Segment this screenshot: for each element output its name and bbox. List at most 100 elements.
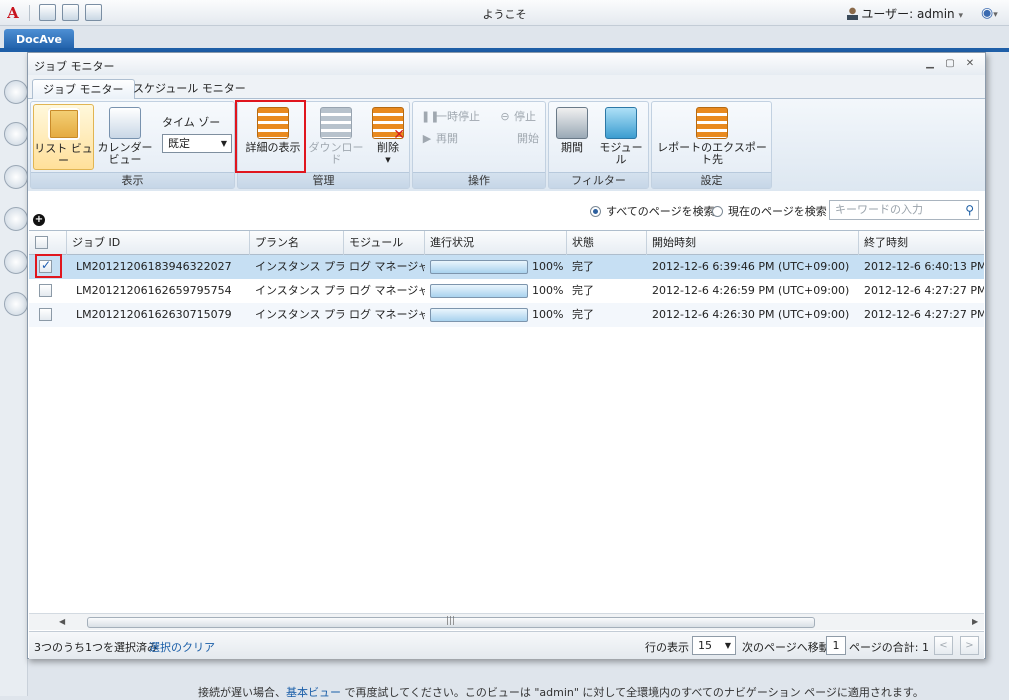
status-cell: 完了 [572, 260, 594, 273]
report-export-label: レポートのエクスポート先 [657, 141, 767, 166]
goto-page-label: 次のページへ移動 [742, 641, 830, 654]
delete-icon: ✕ [372, 107, 405, 142]
window-title: ジョブ モニター [34, 60, 115, 73]
period-button[interactable]: 期間 [551, 104, 593, 170]
clear-selection-link[interactable]: 選択のクリア [149, 639, 215, 655]
search-icon[interactable]: ⚲ [965, 201, 974, 219]
grip-icon: ||| [446, 616, 456, 626]
row-checkbox[interactable] [39, 284, 52, 297]
delete-label: 削除 [377, 141, 399, 154]
header-plan[interactable]: プラン名 [250, 231, 344, 255]
search-current-page-option[interactable]: 現在のページを検索 [712, 203, 827, 219]
header-select-all[interactable] [29, 231, 67, 255]
pause-label: 一時停止 [436, 110, 480, 123]
job-table: ジョブ ID プラン名 モジュール 進行状況 状態 開始時刻 終了時刻 LM20… [29, 230, 984, 613]
start-button[interactable]: 開始 [517, 130, 539, 146]
search-input[interactable]: キーワードの入力 ⚲ [829, 200, 979, 220]
next-page-button[interactable]: > [960, 636, 979, 655]
download-button[interactable]: ダウンロード [308, 104, 364, 170]
scroll-left-icon[interactable]: ◀ [59, 617, 65, 626]
start-time-cell: 2012-12-6 4:26:30 PM (UTC+09:00) [652, 308, 850, 321]
end-time-cell: 2012-12-6 6:40:13 PM [864, 260, 984, 273]
table-row[interactable]: LM20121206162630715079 インスタンス プラン ログ マネー… [29, 303, 984, 327]
message-text: 接続が遅い場合、 [198, 686, 286, 699]
pause-button[interactable]: ❚❚一時停止 [421, 108, 480, 124]
prev-page-button[interactable]: < [934, 636, 953, 655]
ribbon: リスト ビュー カレンダー ビュー タイム ゾーン: 既定▼ 表示 詳細の表示 … [28, 99, 985, 191]
list-view-icon [47, 108, 80, 140]
table-row[interactable]: LM20121206162659795754 インスタンス プラン ログ マネー… [29, 279, 984, 303]
calendar-view-button[interactable]: カレンダー ビュー [97, 104, 153, 170]
resume-label: 再開 [436, 132, 458, 145]
user-menu[interactable]: ユーザー: admin ▾ [847, 5, 963, 22]
ribbon-group-filter: 期間 モジュール フィルター [548, 101, 649, 189]
search-all-pages-option[interactable]: すべてのページを検索 [590, 203, 715, 219]
start-time-cell: 2012-12-6 6:39:46 PM (UTC+09:00) [652, 260, 850, 273]
chevron-down-icon: ▾ [993, 10, 998, 20]
table-row[interactable]: LM20121206183946322027 インスタンス プラン ログ マネー… [29, 255, 984, 279]
nav-shield-icon[interactable] [4, 122, 28, 146]
progress-bar [430, 284, 528, 298]
header-status[interactable]: 状態 [567, 231, 647, 255]
chevron-down-icon: ▾ [958, 11, 963, 21]
message-text: で再度試してください。このビューは "admin" に対して全環境内のすべてのナ… [341, 686, 924, 699]
selection-count: 3つのうち1つを選択済み [34, 641, 158, 654]
nav-storage-icon[interactable] [4, 250, 28, 274]
module-icon [605, 107, 637, 139]
left-navigation [0, 52, 28, 696]
scroll-right-icon[interactable]: ▶ [972, 617, 978, 626]
rows-per-page-select[interactable]: 15 ▼ [692, 636, 736, 655]
select-all-checkbox[interactable] [35, 236, 48, 249]
tab-job-monitor[interactable]: ジョブ モニター [32, 79, 135, 99]
group-label-manage: 管理 [238, 172, 409, 188]
start-label: 開始 [517, 132, 539, 145]
language-menu[interactable]: ◉▾ [981, 4, 1003, 22]
chevron-down-icon: ▼ [385, 156, 391, 164]
row-checkbox[interactable] [39, 308, 52, 321]
report-export-button[interactable]: レポートのエクスポート先 [654, 104, 770, 170]
pause-icon: ❚❚ [421, 110, 440, 123]
stop-label: 停止 [514, 110, 536, 123]
add-icon[interactable]: + [33, 214, 45, 226]
header-job-id[interactable]: ジョブ ID [67, 231, 250, 255]
job-monitor-window: ジョブ モニター ▁ ▢ ✕ ジョブ モニター スケジュール モニター リスト … [27, 52, 986, 659]
resume-button[interactable]: ▶ 再開 [421, 130, 458, 146]
timezone-select[interactable]: 既定 ▼ [162, 134, 232, 153]
list-view-button[interactable]: リスト ビュー [33, 104, 94, 170]
app-tab-docave[interactable]: DocAve [4, 29, 74, 50]
scrollbar-thumb[interactable]: ||| [87, 616, 815, 628]
status-cell: 完了 [572, 284, 594, 297]
header-module[interactable]: モジュール [344, 231, 425, 255]
user-icon [847, 7, 859, 20]
tab-schedule-monitor[interactable]: スケジュール モニター [123, 79, 256, 99]
stop-icon: ⊖ [500, 110, 510, 123]
plan-cell: インスタンス プラン [255, 308, 344, 321]
tab-bar: ジョブ モニター スケジュール モニター [28, 75, 985, 99]
chevron-down-icon: ▼ [724, 641, 731, 650]
timezone-value: 既定 [168, 137, 190, 150]
progress-cell: 100% [425, 255, 567, 279]
nav-settings-icon[interactable] [4, 292, 28, 316]
nav-user-icon[interactable] [4, 165, 28, 189]
header-progress[interactable]: 進行状況 [425, 231, 567, 255]
list-view-label: リスト ビュー [34, 142, 93, 167]
close-icon[interactable]: ✕ [963, 57, 977, 71]
header-end-time[interactable]: 終了時刻 [859, 231, 984, 255]
ribbon-group-operation: ❚❚一時停止 ⊖ 停止 ▶ 再開 開始 操作 [412, 101, 546, 189]
page-total: ページの合計: 1 [849, 641, 929, 654]
progress-cell: 100% [425, 279, 567, 303]
download-label: ダウンロード [308, 141, 364, 166]
nav-report-icon[interactable] [4, 207, 28, 231]
module-button[interactable]: モジュール [595, 104, 647, 170]
nav-home-icon[interactable] [4, 80, 28, 104]
stop-button[interactable]: ⊖ 停止 [499, 108, 536, 124]
maximize-icon[interactable]: ▢ [943, 57, 957, 71]
minimize-icon[interactable]: ▁ [923, 57, 937, 71]
basic-view-link[interactable]: 基本ビュー [286, 686, 341, 699]
horizontal-scrollbar[interactable]: ◀ ||| ▶ [29, 613, 984, 630]
header-start-time[interactable]: 開始時刻 [647, 231, 859, 255]
delete-button[interactable]: ✕ 削除 ▼ [368, 104, 408, 170]
goto-page-input[interactable]: 1 [826, 636, 846, 655]
end-time-cell: 2012-12-6 4:27:27 PM [864, 284, 984, 297]
table-header: ジョブ ID プラン名 モジュール 進行状況 状態 開始時刻 終了時刻 [29, 231, 984, 255]
